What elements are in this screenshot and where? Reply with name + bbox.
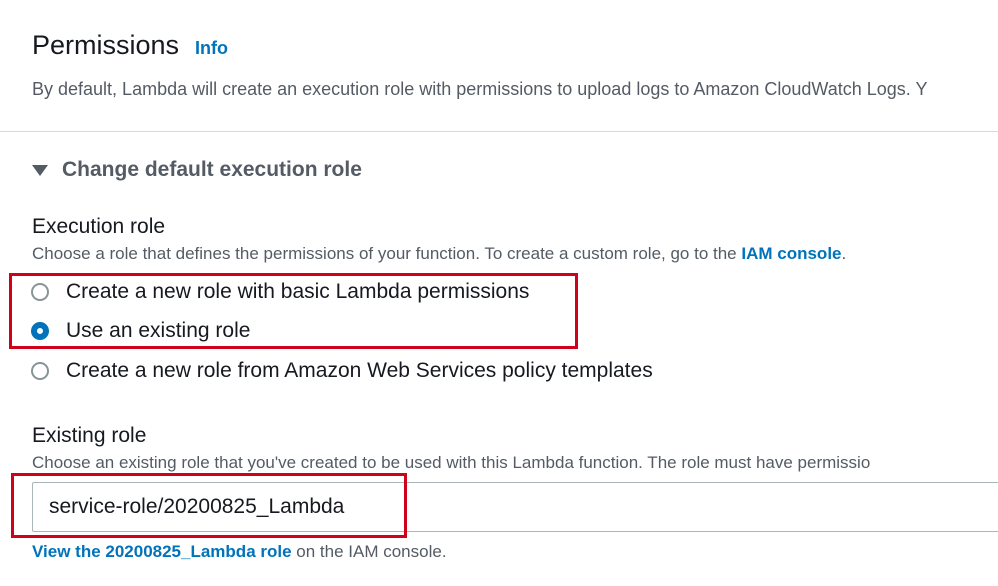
view-role-link[interactable]: View the 20200825_Lambda role <box>32 542 292 561</box>
existing-role-footnote: View the 20200825_Lambda role on the IAM… <box>32 542 447 562</box>
execution-role-description: Choose a role that defines the permissio… <box>32 244 846 264</box>
radio-label: Create a new role with basic Lambda perm… <box>66 280 530 303</box>
lambda-permissions-panel: Permissions Info By default, Lambda will… <box>0 0 998 586</box>
section-divider <box>0 131 998 132</box>
expander-label: Change default execution role <box>62 158 362 181</box>
existing-role-select[interactable]: service-role/20200825_Lambda <box>32 482 998 532</box>
execution-role-label: Execution role <box>32 215 166 238</box>
radio-button-unselected[interactable] <box>31 362 49 380</box>
existing-role-label: Existing role <box>32 424 147 447</box>
radio-option-create-from-templates[interactable]: Create a new role from Amazon Web Servic… <box>31 359 653 383</box>
radio-option-use-existing-role[interactable]: Use an existing role <box>31 319 250 343</box>
change-default-execution-role-expander[interactable]: Change default execution role <box>32 158 362 182</box>
iam-console-link[interactable]: IAM console <box>741 244 841 263</box>
radio-button-unselected[interactable] <box>31 283 49 301</box>
existing-role-description: Choose an existing role that you've crea… <box>32 453 871 472</box>
page-title: Permissions <box>32 30 180 60</box>
radio-label: Use an existing role <box>66 319 251 342</box>
radio-label: Create a new role from Amazon Web Servic… <box>66 359 653 382</box>
permissions-description: By default, Lambda will create an execut… <box>32 79 928 99</box>
existing-role-value: service-role/20200825_Lambda <box>49 495 345 518</box>
title-row: Permissions Info <box>32 30 228 61</box>
info-link[interactable]: Info <box>195 38 228 59</box>
radio-option-create-basic-role[interactable]: Create a new role with basic Lambda perm… <box>31 280 529 304</box>
radio-button-selected[interactable] <box>31 322 49 340</box>
execution-role-description-text: Choose a role that defines the permissio… <box>32 244 742 263</box>
execution-role-description-suffix: . <box>841 244 847 263</box>
footnote-suffix: on the IAM console. <box>291 542 447 561</box>
caret-down-icon <box>32 164 48 176</box>
